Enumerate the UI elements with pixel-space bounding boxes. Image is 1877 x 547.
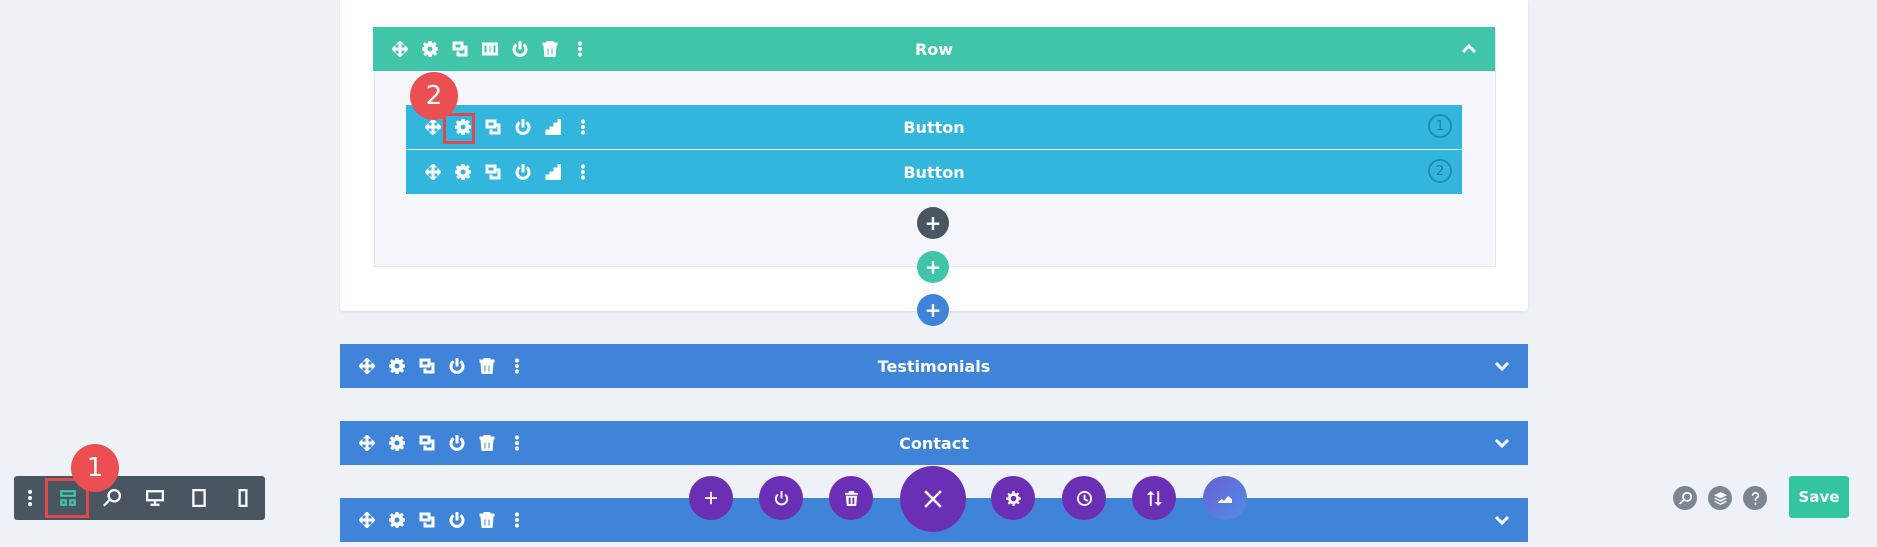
tablet-view-icon[interactable] [177,476,221,520]
history-fab[interactable] [1062,476,1106,520]
add-row-button[interactable]: + [917,251,949,283]
right-zoom-icon[interactable] [1673,486,1697,510]
add-fab[interactable] [689,476,733,520]
row-header[interactable]: Row [373,27,1495,71]
module-button-2[interactable]: Button 2 [406,150,1462,194]
trash-icon[interactable] [472,431,502,455]
move-icon[interactable] [352,354,382,378]
dock-more-icon[interactable] [14,476,46,520]
module-button-1[interactable]: Button 1 [406,105,1462,149]
bars-icon[interactable] [538,160,568,184]
gear-highlight [443,113,475,144]
module-number: 2 [1428,159,1452,183]
power-icon[interactable] [508,115,538,139]
gear-icon[interactable] [382,431,412,455]
duplicate-icon[interactable] [478,160,508,184]
power-icon[interactable] [508,160,538,184]
layers-icon[interactable] [1708,486,1732,510]
more-icon[interactable] [568,115,598,139]
section-contact[interactable]: Contact [340,421,1528,465]
gear-icon[interactable] [382,354,412,378]
more-icon[interactable] [502,354,532,378]
power-icon[interactable] [442,508,472,532]
gear-icon[interactable] [415,37,445,61]
trash-icon[interactable] [472,354,502,378]
move-icon[interactable] [352,431,382,455]
module-number: 1 [1428,114,1452,138]
save-button[interactable]: Save [1789,476,1849,518]
help-icon[interactable] [1743,486,1767,510]
duplicate-icon[interactable] [412,431,442,455]
step-badge-1: 1 [71,444,119,492]
more-icon[interactable] [502,508,532,532]
duplicate-icon[interactable] [412,508,442,532]
duplicate-icon[interactable] [478,115,508,139]
add-module-button[interactable]: + [917,207,949,239]
power-icon[interactable] [442,431,472,455]
move-icon[interactable] [352,508,382,532]
power-icon[interactable] [505,37,535,61]
gear-icon[interactable] [448,160,478,184]
close-fab[interactable] [900,466,966,532]
columns-icon[interactable] [475,37,505,61]
chevron-down-icon[interactable] [1492,510,1512,530]
more-icon[interactable] [565,37,595,61]
desktop-view-icon[interactable] [134,476,178,520]
ai-fab[interactable] [1203,476,1247,520]
more-icon[interactable] [502,431,532,455]
trash-icon[interactable] [472,508,502,532]
chevron-down-icon[interactable] [1492,356,1512,376]
portability-fab[interactable] [759,476,803,520]
move-icon[interactable] [385,37,415,61]
sort-fab[interactable] [1132,476,1176,520]
gear-icon[interactable] [382,508,412,532]
section-testimonials[interactable]: Testimonials [340,344,1528,388]
move-icon[interactable] [418,160,448,184]
duplicate-icon[interactable] [412,354,442,378]
chevron-up-icon[interactable] [1459,39,1479,59]
clear-layout-fab[interactable] [829,476,873,520]
more-icon[interactable] [568,160,598,184]
bars-icon[interactable] [538,115,568,139]
power-icon[interactable] [442,354,472,378]
duplicate-icon[interactable] [445,37,475,61]
trash-icon[interactable] [535,37,565,61]
add-section-button[interactable]: + [917,294,949,326]
step-badge-2: 2 [410,72,458,120]
chevron-down-icon[interactable] [1492,433,1512,453]
phone-view-icon[interactable] [221,476,265,520]
settings-fab[interactable] [991,476,1035,520]
